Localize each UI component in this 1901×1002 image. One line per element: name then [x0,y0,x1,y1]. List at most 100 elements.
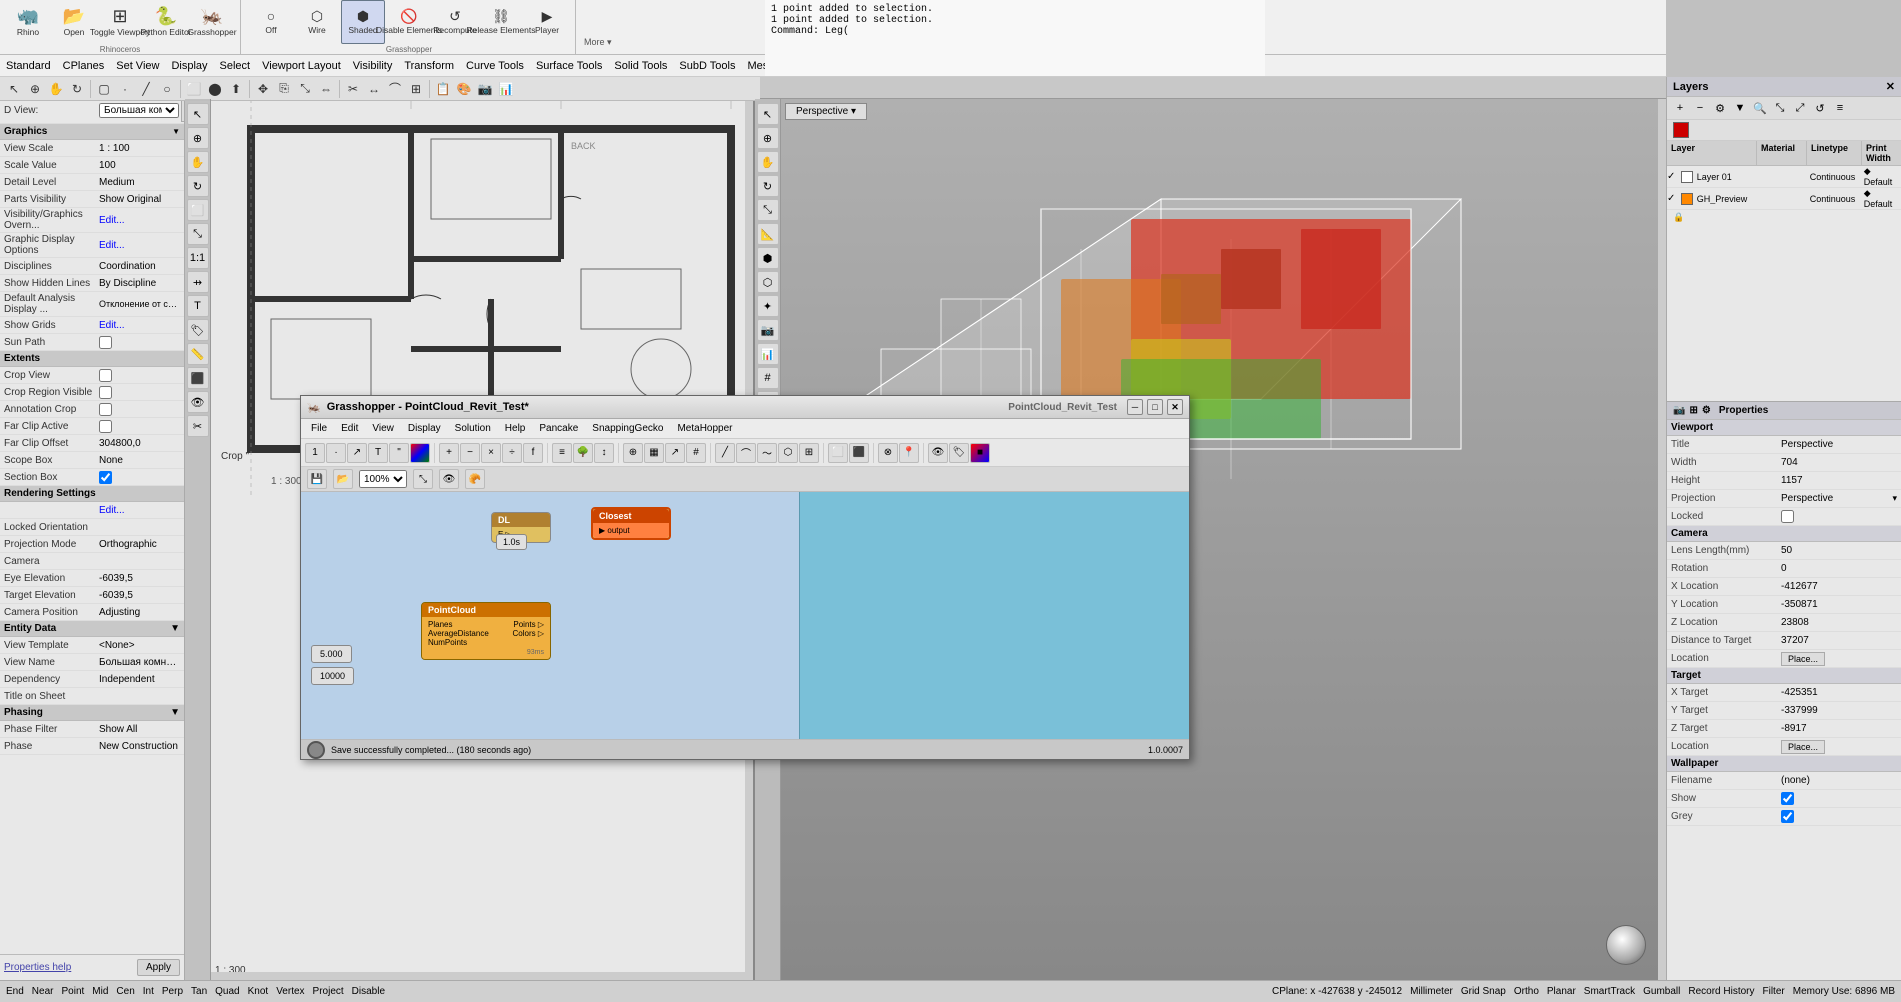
grasshopper-btn[interactable]: 🦗 Grasshopper [190,0,234,44]
gh-menu-pancake[interactable]: Pancake [533,421,584,436]
osnap-near[interactable]: Near [32,986,54,997]
tab-cplanes[interactable]: CPlanes [57,58,111,74]
gh-poly-btn[interactable]: ⬡ [778,443,798,463]
layer-current-color[interactable] [1673,122,1689,138]
tab-transform[interactable]: Transform [398,58,460,74]
material-btn[interactable]: 🎨 [454,79,474,99]
gh-bool-btn[interactable]: T [368,443,388,463]
vp-locked-checkbox[interactable] [1781,510,1794,523]
extrude-tool-btn[interactable]: ⬆ [226,79,246,99]
gh-loft-btn[interactable]: ⬛ [849,443,869,463]
toggle-viewport-btn[interactable]: ⊞ Toggle Viewport [98,0,142,44]
far-clip-checkbox[interactable] [99,420,112,433]
vp3d-extents-btn[interactable]: ⤡ [757,199,779,221]
gh-menu-help[interactable]: Help [499,421,532,436]
gh-preview-btn[interactable]: 👁 [928,443,948,463]
gh-expr-btn[interactable]: f [523,443,543,463]
gh-menu-solution[interactable]: Solution [449,421,497,436]
apply-btn[interactable]: Apply [137,959,180,976]
osnap-perp[interactable]: Perp [162,986,183,997]
vp-text-btn[interactable]: T [187,295,209,317]
gh-vector-btn[interactable]: ↗ [347,443,367,463]
gh-pt-btn[interactable]: ⊕ [623,443,643,463]
gh-tree-btn[interactable]: 🌳 [573,443,593,463]
line-tool-btn[interactable]: ╱ [136,79,156,99]
tab-viewport-layout[interactable]: Viewport Layout [256,58,347,74]
player-btn[interactable]: ▶ Player [525,0,569,44]
select-tool-btn[interactable]: ▢ [94,79,114,99]
tab-surface-tools[interactable]: Surface Tools [530,58,608,74]
osnap-disable[interactable]: Disable [352,986,385,997]
vp3d-render-btn[interactable]: 📷 [757,319,779,341]
disable-elements-btn[interactable]: 🚫 Disable Elements [387,0,431,44]
layer-collapse-btn[interactable]: ⤢ [1791,99,1809,117]
box-tool-btn[interactable]: ⬜ [184,79,204,99]
gh-canvas-save-btn[interactable]: 💾 [307,469,327,489]
gh-canvas-open-btn[interactable]: 📂 [333,469,353,489]
grid-snap[interactable]: Grid Snap [1461,986,1506,997]
gh-div-btn[interactable]: ÷ [502,443,522,463]
layer-expand-btn[interactable]: ⤡ [1771,99,1789,117]
vp-section-btn[interactable]: ✂ [187,415,209,437]
tab-standard[interactable]: Standard [0,58,57,74]
gh-param-5000[interactable]: 5.000 [311,645,352,663]
osnap-project[interactable]: Project [313,986,344,997]
vp-zoom-btn[interactable]: ⊕ [187,127,209,149]
delete-layer-btn[interactable]: − [1691,99,1709,117]
wallpaper-grey-checkbox[interactable] [1781,810,1794,823]
tab-select[interactable]: Select [214,58,257,74]
gh-offset-btn[interactable]: ⊞ [799,443,819,463]
vp-pan-btn[interactable]: ✋ [187,151,209,173]
vp-view-btn[interactable]: 👁 [187,391,209,413]
new-layer-btn[interactable]: + [1671,99,1689,117]
crop-view-checkbox[interactable] [99,369,112,382]
tab-display[interactable]: Display [165,58,213,74]
view-dropdown[interactable]: Большая комната [99,103,179,118]
tab-curve-tools[interactable]: Curve Tools [460,58,530,74]
tab-visibility[interactable]: Visibility [347,58,399,74]
layer-btn[interactable]: 📋 [433,79,453,99]
gh-menu-view[interactable]: View [366,421,400,436]
cursor-tool-btn[interactable]: ↖ [4,79,24,99]
gh-mul-btn[interactable]: × [481,443,501,463]
circle-tool-btn[interactable]: ○ [157,79,177,99]
gh-sub-btn[interactable]: − [460,443,480,463]
tab-solid-tools[interactable]: Solid Tools [608,58,673,74]
rhino-logo-btn[interactable]: 🦏 Rhino [6,0,50,44]
vp3d-pan-btn[interactable]: ✋ [757,151,779,173]
python-editor-btn[interactable]: 🐍 Python Editor [144,0,188,44]
gh-vec-btn[interactable]: ↗ [665,443,685,463]
vp3d-rotate-btn[interactable]: ↻ [757,175,779,197]
vp3d-select-btn[interactable]: ↖ [757,103,779,125]
vp-dim-btn[interactable]: ⇸ [187,271,209,293]
vp-detail-btn[interactable]: ⬛ [187,367,209,389]
vp3d-zoom-btn[interactable]: ⊕ [757,127,779,149]
shaded-btn[interactable]: ⬢ Shaded [341,0,385,44]
gh-canvas[interactable]: 5.000 10000 DL E ▷ 1.0s Closest ▶ [301,492,1189,739]
close-layers-btn[interactable]: ✕ [1886,80,1895,93]
wire-btn[interactable]: ⬡ Wire [295,0,339,44]
osnap-tan[interactable]: Tan [191,986,207,997]
gh-text-btn[interactable]: " [389,443,409,463]
camera-place-btn[interactable]: Place... [1781,652,1825,666]
crop-region-checkbox[interactable] [99,386,112,399]
annotation-crop-checkbox[interactable] [99,403,112,416]
gh-list-btn[interactable]: ≡ [552,443,572,463]
osnap-end[interactable]: End [6,986,24,997]
layer-filter-btn[interactable]: ▼ [1731,99,1749,117]
analysis-btn[interactable]: 📊 [496,79,516,99]
smart-track[interactable]: SmartTrack [1584,986,1635,997]
perspective-label[interactable]: Perspective ▾ [785,103,867,120]
gh-param-10000[interactable]: 10000 [311,667,354,685]
vp-window-btn[interactable]: ⬜ [187,199,209,221]
gh-closest-btn[interactable]: 📍 [899,443,919,463]
vp3d-xray-btn[interactable]: ✦ [757,295,779,317]
release-elements-btn[interactable]: ⛓ Release Elements [479,0,523,44]
gh-zoom-select[interactable]: 100% 75% 50% 150% [359,470,407,488]
gh-menu-file[interactable]: File [305,421,333,436]
sun-path-checkbox[interactable] [99,336,112,349]
record-history[interactable]: Record History [1688,986,1754,997]
gh-fit-btn[interactable]: ⤡ [413,469,433,489]
wallpaper-show-checkbox[interactable] [1781,792,1794,805]
layer-refresh-btn[interactable]: ↺ [1811,99,1829,117]
